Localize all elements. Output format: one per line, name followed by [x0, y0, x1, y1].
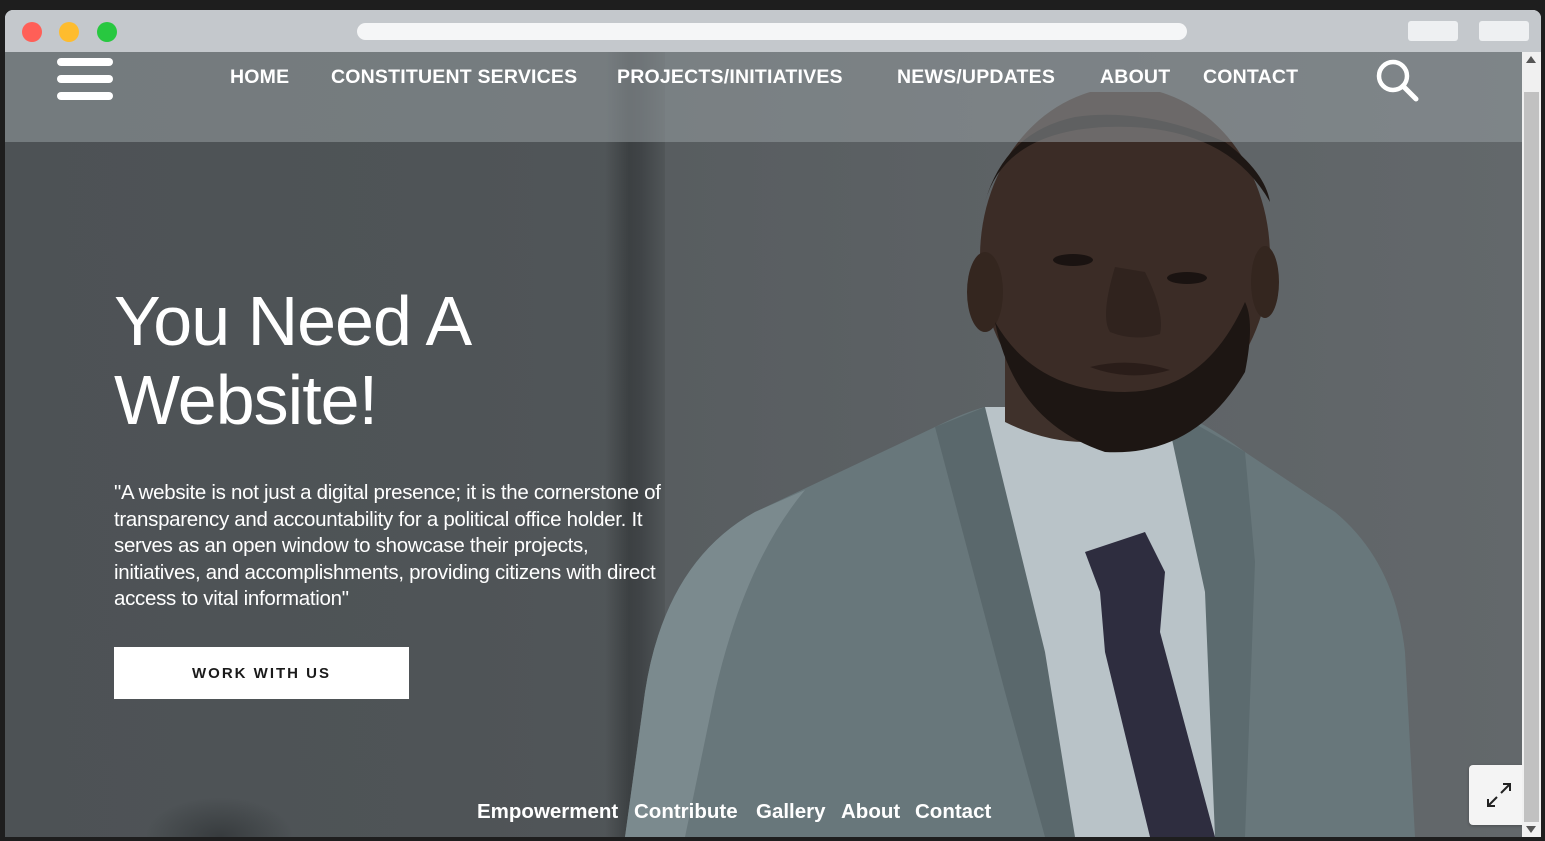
vertical-scrollbar[interactable] — [1522, 52, 1541, 837]
browser-window: HOME CONSTITUENT SERVICES PROJECTS/INITI… — [5, 10, 1541, 837]
browser-toolbar-button[interactable] — [1479, 21, 1529, 41]
nav-home[interactable]: HOME — [230, 66, 289, 89]
fullscreen-button[interactable] — [1469, 765, 1522, 825]
address-bar[interactable] — [357, 23, 1187, 40]
hero-person-image — [625, 92, 1415, 837]
search-icon[interactable] — [1375, 58, 1419, 102]
nav-news-updates[interactable]: NEWS/UPDATES — [897, 66, 1055, 89]
expand-icon — [1487, 783, 1511, 807]
nav-contact[interactable]: CONTACT — [1203, 66, 1298, 89]
scrollbar-thumb[interactable] — [1524, 92, 1539, 822]
work-with-us-button[interactable]: WORK WITH US — [114, 647, 409, 699]
close-window-button[interactable] — [22, 22, 42, 42]
browser-titlebar — [5, 10, 1541, 52]
hamburger-line — [57, 92, 113, 100]
footer-link-contribute[interactable]: Contribute — [634, 800, 738, 824]
page-viewport: HOME CONSTITUENT SERVICES PROJECTS/INITI… — [5, 52, 1522, 837]
minimize-window-button[interactable] — [59, 22, 79, 42]
hero-quote: "A website is not just a digital presenc… — [114, 481, 661, 610]
footer-link-contact[interactable]: Contact — [915, 800, 991, 824]
nav-about[interactable]: ABOUT — [1100, 66, 1170, 89]
hamburger-line — [57, 75, 113, 83]
scroll-up-arrow-icon[interactable] — [1526, 56, 1536, 63]
nav-constituent-services[interactable]: CONSTITUENT SERVICES — [331, 66, 577, 89]
hamburger-menu-icon[interactable] — [57, 58, 113, 100]
hero-title: You Need A Website! — [114, 282, 468, 439]
browser-toolbar-button[interactable] — [1408, 21, 1458, 41]
scroll-down-arrow-icon[interactable] — [1526, 826, 1536, 833]
maximize-window-button[interactable] — [97, 22, 117, 42]
hamburger-line — [57, 58, 113, 66]
footer-link-about[interactable]: About — [841, 800, 900, 824]
nav-projects-initiatives[interactable]: PROJECTS/INITIATIVES — [617, 66, 843, 89]
footer-link-gallery[interactable]: Gallery — [756, 800, 826, 824]
footer-link-empowerment[interactable]: Empowerment — [477, 800, 618, 824]
